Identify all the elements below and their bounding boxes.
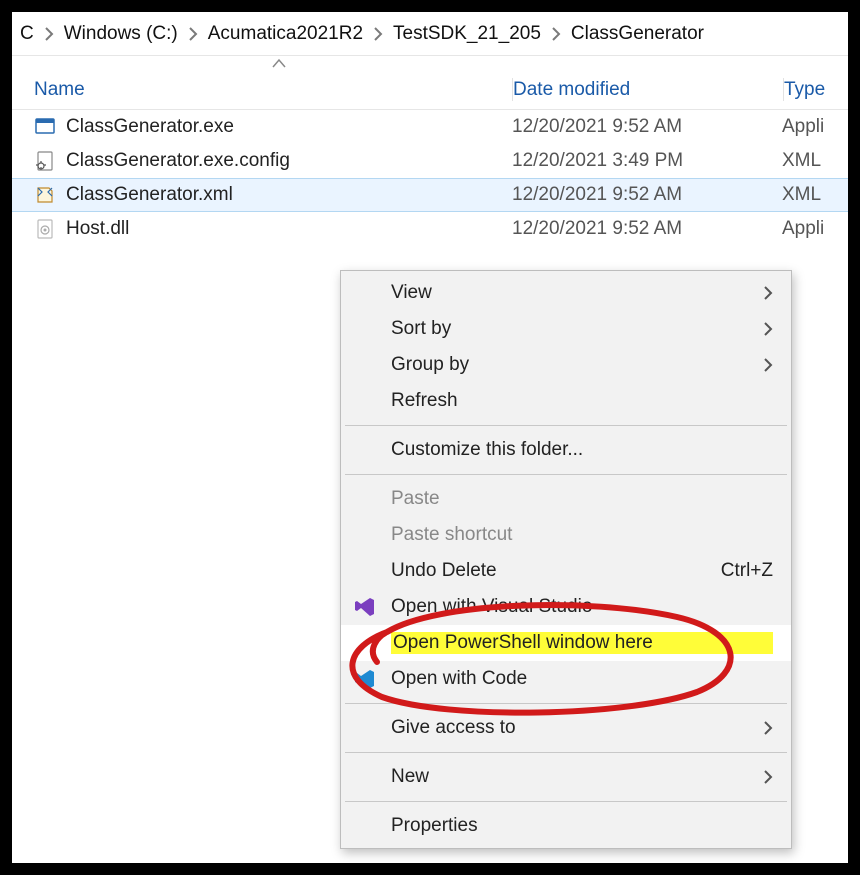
file-name: ClassGenerator.exe.config [66, 150, 290, 172]
file-row[interactable]: Host.dll 12/20/2021 9:52 AM Appli [12, 212, 848, 246]
file-row[interactable]: ClassGenerator.exe.config 12/20/2021 3:4… [12, 144, 848, 178]
breadcrumb[interactable]: C Windows (C:) Acumatica2021R2 TestSDK_2… [12, 12, 848, 56]
menu-item-paste: Paste [341, 481, 791, 517]
menu-item-sort-by[interactable]: Sort by [341, 311, 791, 347]
dll-icon [34, 218, 56, 240]
vscode-icon [353, 667, 377, 691]
file-list: ClassGenerator.exe 12/20/2021 9:52 AM Ap… [12, 110, 848, 246]
sort-asc-icon [272, 58, 286, 68]
menu-separator [345, 703, 787, 704]
menu-shortcut: Ctrl+Z [721, 560, 773, 582]
menu-item-properties[interactable]: Properties [341, 808, 791, 844]
file-row[interactable]: ClassGenerator.exe 12/20/2021 9:52 AM Ap… [12, 110, 848, 144]
file-row-selected[interactable]: ClassGenerator.xml 12/20/2021 9:52 AM XM… [12, 178, 848, 212]
file-type: XML [782, 184, 848, 206]
menu-separator [345, 474, 787, 475]
menu-item-new[interactable]: New [341, 759, 791, 795]
menu-item-paste-shortcut: Paste shortcut [341, 517, 791, 553]
menu-separator [345, 801, 787, 802]
context-menu: View Sort by Group by Refresh Customize … [340, 270, 792, 849]
breadcrumb-item[interactable]: Windows (C:) [60, 23, 182, 45]
menu-item-undo-delete[interactable]: Undo Delete Ctrl+Z [341, 553, 791, 589]
chevron-right-icon [763, 321, 773, 337]
chevron-right-icon [763, 357, 773, 373]
chevron-right-icon [545, 27, 567, 41]
sort-indicator-row [12, 56, 848, 70]
menu-separator [345, 425, 787, 426]
chevron-right-icon [763, 720, 773, 736]
column-header-date[interactable]: Date modified [513, 70, 783, 109]
file-type: Appli [782, 116, 848, 138]
menu-item-refresh[interactable]: Refresh [341, 383, 791, 419]
menu-item-open-visual-studio[interactable]: Open with Visual Studio [341, 589, 791, 625]
column-header-type[interactable]: Type [784, 70, 848, 109]
breadcrumb-item[interactable]: TestSDK_21_205 [389, 23, 545, 45]
chevron-right-icon [763, 285, 773, 301]
visual-studio-icon [353, 595, 377, 619]
exe-icon [34, 116, 56, 138]
chevron-right-icon [763, 769, 773, 785]
menu-item-open-powershell[interactable]: Open PowerShell window here [341, 625, 791, 661]
menu-item-group-by[interactable]: Group by [341, 347, 791, 383]
file-type: XML [782, 150, 848, 172]
file-date: 12/20/2021 9:52 AM [512, 184, 782, 206]
breadcrumb-item[interactable]: ClassGenerator [567, 23, 708, 45]
config-icon [34, 150, 56, 172]
chevron-right-icon [38, 27, 60, 41]
chevron-right-icon [182, 27, 204, 41]
chevron-right-icon [367, 27, 389, 41]
explorer-window: C Windows (C:) Acumatica2021R2 TestSDK_2… [12, 12, 848, 863]
xml-icon [34, 184, 56, 206]
file-date: 12/20/2021 9:52 AM [512, 116, 782, 138]
breadcrumb-root[interactable]: C [16, 23, 38, 45]
menu-separator [345, 752, 787, 753]
menu-item-view[interactable]: View [341, 275, 791, 311]
file-date: 12/20/2021 9:52 AM [512, 218, 782, 240]
column-header-name[interactable]: Name [12, 70, 512, 109]
file-type: Appli [782, 218, 848, 240]
file-name: Host.dll [66, 218, 129, 240]
file-name: ClassGenerator.xml [66, 184, 233, 206]
file-date: 12/20/2021 3:49 PM [512, 150, 782, 172]
menu-item-open-with-code[interactable]: Open with Code [341, 661, 791, 697]
menu-item-customize-folder[interactable]: Customize this folder... [341, 432, 791, 468]
breadcrumb-item[interactable]: Acumatica2021R2 [204, 23, 367, 45]
menu-item-give-access[interactable]: Give access to [341, 710, 791, 746]
file-name: ClassGenerator.exe [66, 116, 234, 138]
column-headers: Name Date modified Type [12, 70, 848, 110]
